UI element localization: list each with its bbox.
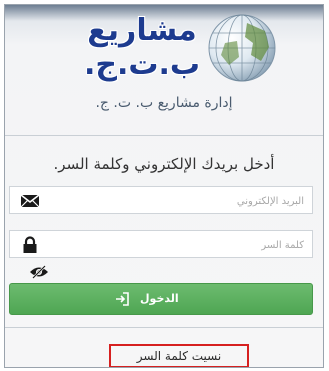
login-instruction: أدخل بريدك الإلكتروني وكلمة السر. xyxy=(53,155,275,173)
app-title: إدارة مشاريع ب. ت. ج. xyxy=(95,95,233,111)
divider xyxy=(5,327,323,328)
password-field[interactable] xyxy=(9,230,313,258)
login-button[interactable]: الدخول xyxy=(9,283,313,315)
logo: مشاريع ب.ت.ج. xyxy=(51,11,281,89)
login-button-label: الدخول xyxy=(140,292,179,305)
divider xyxy=(5,135,323,136)
password-input[interactable] xyxy=(56,234,306,256)
logo-text-line1: مشاريع xyxy=(87,13,197,48)
envelope-icon xyxy=(20,194,40,208)
sign-in-icon xyxy=(116,292,129,306)
login-card: مشاريع ب.ت.ج. إدارة مشاريع ب. ت. ج. أدخل… xyxy=(4,4,324,368)
email-input[interactable] xyxy=(56,190,306,212)
logo-text-line2: ب.ت.ج. xyxy=(83,47,201,82)
eye-slash-icon[interactable] xyxy=(29,265,49,279)
globe-icon xyxy=(208,14,276,82)
forgot-password-link[interactable]: نسيت كلمة السر xyxy=(109,344,249,367)
lock-icon xyxy=(23,236,37,253)
email-field[interactable] xyxy=(9,186,313,214)
